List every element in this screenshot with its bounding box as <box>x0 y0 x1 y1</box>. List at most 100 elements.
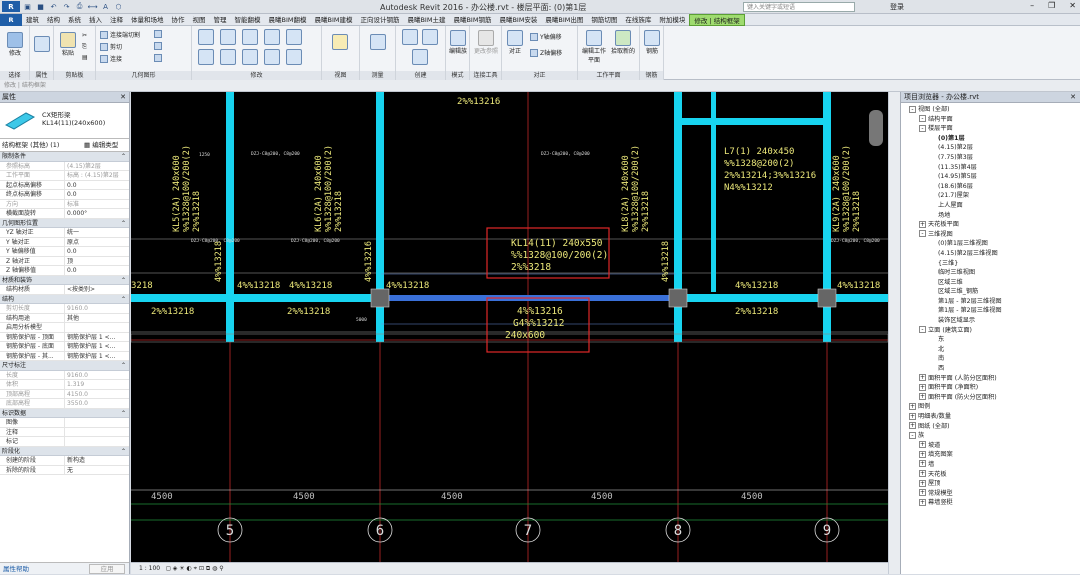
browser-node[interactable]: + 屋顶 <box>901 479 1080 489</box>
login-link[interactable]: 登录 <box>890 2 904 12</box>
browser-node[interactable]: 区域三维 <box>901 278 1080 288</box>
search-input[interactable]: 键入关键字或短语 <box>743 2 855 12</box>
pick-new-button[interactable]: 拾取新的 <box>610 30 636 55</box>
property-category[interactable]: 标识数据 ⌃ <box>0 408 129 418</box>
property-value[interactable]: 顶 <box>64 256 129 265</box>
property-value[interactable]: 新构造 <box>64 456 129 465</box>
browser-node[interactable]: + 面积平面 (净面积) <box>901 383 1080 393</box>
ribbon-tab[interactable]: 在线族库 <box>621 14 655 26</box>
browser-node[interactable]: + 明细表/数量 <box>901 412 1080 422</box>
expand-icon[interactable]: + <box>919 220 926 228</box>
expand-icon[interactable]: + <box>919 450 926 458</box>
match-icon[interactable]: ▤ <box>82 54 88 61</box>
browser-node[interactable]: + 坡道 <box>901 441 1080 451</box>
ribbon-tab[interactable]: 晨曦BIM钢筋 <box>449 14 495 26</box>
collapse-icon[interactable]: - <box>909 105 916 113</box>
column[interactable] <box>817 288 837 308</box>
browser-node[interactable]: -族 <box>901 431 1080 441</box>
collapse-icon[interactable]: ⌃ <box>121 295 126 304</box>
ribbon-tab[interactable]: 晨曦BIM建模 <box>310 14 356 26</box>
property-value[interactable]: 其他 <box>64 313 129 322</box>
scale-label[interactable]: 1 : 100 <box>139 565 160 572</box>
browser-node[interactable]: - 结构平面 <box>901 115 1080 125</box>
browser-node[interactable]: + 幕墙竖梃 <box>901 498 1080 508</box>
rotate-button[interactable] <box>198 49 214 65</box>
properties-help-link[interactable]: 属性帮助 <box>0 565 29 573</box>
property-value[interactable]: 0.0 <box>64 247 129 256</box>
browser-node[interactable]: 东 <box>901 335 1080 345</box>
ribbon-tab[interactable]: 附加模块 <box>655 14 689 26</box>
ribbon-tab[interactable]: 结构 <box>43 14 64 26</box>
ribbon-tab[interactable]: 插入 <box>85 14 106 26</box>
collapse-icon[interactable]: ⌃ <box>121 152 126 161</box>
vertical-scrollbar[interactable] <box>888 92 900 574</box>
edit-family-button[interactable]: 编辑族 <box>448 30 468 55</box>
browser-node[interactable]: + 填充图案 <box>901 450 1080 460</box>
property-category[interactable]: 限制条件 ⌃ <box>0 152 129 162</box>
expand-icon[interactable]: + <box>919 441 926 449</box>
collapse-icon[interactable]: - <box>919 326 926 334</box>
text-icon[interactable]: A <box>100 1 111 12</box>
column[interactable] <box>668 288 688 308</box>
app-button[interactable]: R <box>0 13 22 26</box>
collapse-icon[interactable]: ⌃ <box>121 361 126 370</box>
scale-button[interactable] <box>286 49 302 65</box>
browser-node[interactable]: 临时三维视图 <box>901 268 1080 278</box>
offset-button[interactable] <box>220 29 236 45</box>
browser-node[interactable]: + 天花板平面 <box>901 220 1080 230</box>
browser-node[interactable]: 区域三维_钢筋 <box>901 287 1080 297</box>
expand-icon[interactable]: + <box>909 402 916 410</box>
geometry-tool-a[interactable] <box>154 30 162 38</box>
property-value[interactable] <box>64 418 129 427</box>
drawing-canvas[interactable]: 2%%13216 3218 4%%13218 4%%13218 4%%13218… <box>131 92 888 562</box>
browser-node[interactable]: (0)第1层三维视图 <box>901 239 1080 249</box>
edit-type-button[interactable]: ▦ 编辑类型 <box>84 139 118 152</box>
property-category[interactable]: 材质和装饰 ⌃ <box>0 275 129 285</box>
ribbon-tab[interactable]: 管理 <box>210 14 231 26</box>
close-icon[interactable]: ✕ <box>1069 1 1076 10</box>
move-button[interactable] <box>264 29 280 45</box>
browser-node[interactable]: - 立面 (建筑立面) <box>901 326 1080 336</box>
join-cut-button[interactable]: 连接端切割 <box>100 30 140 39</box>
array-button[interactable] <box>264 49 280 65</box>
browser-node[interactable]: - 视图 (全部) <box>901 105 1080 115</box>
instance-filter[interactable]: 结构框架 (其他) (1) ▦ 编辑类型 <box>0 139 129 152</box>
align-button[interactable] <box>198 29 214 45</box>
property-category[interactable]: 结构 ⌃ <box>0 294 129 304</box>
property-value[interactable]: 钢筋保护层 1 <... <box>64 351 129 360</box>
justify-button[interactable]: 对正 <box>504 30 526 55</box>
minimize-icon[interactable]: – <box>1030 1 1034 10</box>
properties-button[interactable] <box>33 36 51 52</box>
ribbon-tab[interactable]: 协作 <box>168 14 189 26</box>
expand-icon[interactable]: + <box>909 422 916 430</box>
browser-node[interactable]: + 面积平面 (防火分区面积) <box>901 393 1080 403</box>
geometry-tool-b[interactable] <box>154 42 162 50</box>
apply-button[interactable]: 应用 <box>89 564 125 574</box>
column[interactable] <box>370 288 390 308</box>
browser-node[interactable]: (4.15)第2层 <box>901 143 1080 153</box>
browser-node[interactable]: - 三维视图 <box>901 230 1080 240</box>
property-category[interactable]: 阶段化 ⌃ <box>0 446 129 456</box>
expand-icon[interactable]: + <box>919 479 926 487</box>
browser-node[interactable]: + 墙 <box>901 460 1080 470</box>
ribbon-tab[interactable]: 建筑 <box>22 14 43 26</box>
browser-node[interactable]: + 天花板 <box>901 470 1080 480</box>
view-button[interactable] <box>332 34 348 50</box>
expand-icon[interactable]: + <box>919 393 926 401</box>
property-value[interactable]: 钢筋保护层 1 <... <box>64 342 129 351</box>
property-value[interactable]: 统一 <box>64 228 129 237</box>
browser-node[interactable]: (11.35)第4层 <box>901 163 1080 173</box>
collapse-icon[interactable]: - <box>919 115 926 123</box>
ribbon-tab[interactable]: 晨曦BIM出图 <box>541 14 587 26</box>
browser-node[interactable]: 上人屋面 <box>901 201 1080 211</box>
collapse-icon[interactable]: - <box>919 124 926 132</box>
ribbon-tab[interactable]: 视图 <box>189 14 210 26</box>
ribbon-tab[interactable]: 晨曦BIM土建 <box>403 14 449 26</box>
browser-node[interactable]: 西 <box>901 364 1080 374</box>
create-group-button[interactable] <box>422 29 438 45</box>
collapse-icon[interactable]: - <box>919 230 926 238</box>
collapse-icon[interactable]: ⌃ <box>121 447 126 456</box>
y-offset-button[interactable]: Y轴偏移 <box>530 32 562 41</box>
ribbon-tab[interactable]: 晨曦BIM安装 <box>495 14 541 26</box>
browser-node[interactable]: (14.95)第5层 <box>901 172 1080 182</box>
